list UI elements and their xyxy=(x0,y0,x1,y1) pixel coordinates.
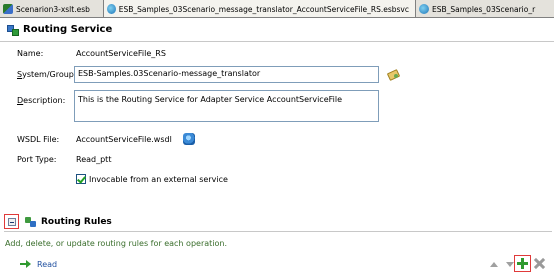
section-divider xyxy=(4,231,552,232)
name-label: Name: xyxy=(17,49,44,58)
add-rule-button[interactable] xyxy=(514,255,531,272)
port-type-value: Read_ptt xyxy=(76,155,112,164)
wsdl-file-value: AccountServiceFile.wsdl xyxy=(76,135,172,144)
tab-esb-samples-03scenario[interactable]: ESB_Samples_03Scenario_r xyxy=(416,0,554,17)
tab-label: Scenarion3-xslt.esb xyxy=(16,4,90,14)
arrow-right-icon xyxy=(20,260,32,268)
tab-account-service-file-rs[interactable]: ESB_Samples_03Scenario_message_translato… xyxy=(104,0,416,17)
tab-scenario3-xslt-esb[interactable]: Scenarion3-xslt.esb xyxy=(0,0,104,17)
invocable-checkbox[interactable] xyxy=(76,174,86,184)
operation-read-link[interactable]: Read xyxy=(37,260,57,269)
routing-service-icon xyxy=(6,24,19,36)
name-value: AccountServiceFile_RS xyxy=(76,49,166,58)
page-title: Routing Service xyxy=(23,24,113,35)
routing-rules-title: Routing Rules xyxy=(41,217,112,227)
service-file-icon xyxy=(419,4,429,14)
page-header: Routing Service xyxy=(0,18,554,42)
tab-label: ESB_Samples_03Scenario_message_translato… xyxy=(118,4,409,14)
move-up-icon[interactable] xyxy=(490,262,498,267)
wsdl-file-label: WSDL File: xyxy=(17,135,60,144)
collapse-minus-icon[interactable] xyxy=(7,217,16,226)
delete-icon[interactable] xyxy=(534,258,545,269)
service-file-icon xyxy=(107,4,116,14)
description-label: Description: xyxy=(17,96,66,105)
port-type-label: Port Type: xyxy=(17,155,57,164)
editor-tab-strip: Scenarion3-xslt.esb ESB_Samples_03Scenar… xyxy=(0,0,554,18)
system-group-label: System/Group: xyxy=(17,70,77,79)
routing-rules-icon xyxy=(25,217,37,228)
browse-tag-icon[interactable] xyxy=(388,69,400,79)
collapse-highlight[interactable] xyxy=(4,214,19,229)
system-group-field[interactable]: ESB-Samples.03Scenario-message_translato… xyxy=(74,66,379,83)
operation-row[interactable] xyxy=(0,257,554,273)
description-textarea[interactable]: This is the Routing Service for Adapter … xyxy=(74,90,379,122)
routing-rules-description: Add, delete, or update routing rules for… xyxy=(5,239,227,248)
wsdl-browse-icon[interactable] xyxy=(183,133,195,145)
tab-label: ESB_Samples_03Scenario_r xyxy=(432,4,536,14)
move-down-icon[interactable] xyxy=(506,262,514,267)
esb-file-icon xyxy=(3,4,13,14)
invocable-label: Invocable from an external service xyxy=(89,175,228,184)
plus-icon xyxy=(517,258,528,269)
